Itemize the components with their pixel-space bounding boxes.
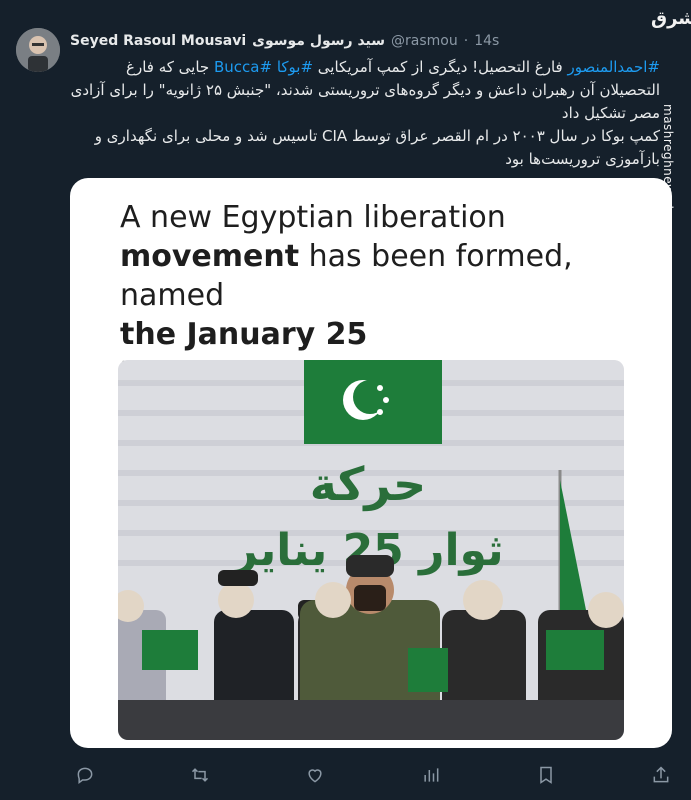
- hashtag-link[interactable]: #Bucca: [214, 58, 272, 76]
- reply-button[interactable]: [70, 760, 100, 790]
- retweet-button[interactable]: [185, 760, 215, 790]
- share-button[interactable]: [646, 760, 676, 790]
- press-photo[interactable]: حركة ثوار 25 يناير: [118, 360, 624, 740]
- tweet-text: فارغ التحصیل! دیگری از کمپ آمریکایی: [313, 58, 568, 76]
- bookmark-icon: [540, 766, 552, 784]
- watermark-logo: مشرق: [651, 8, 691, 29]
- media-card[interactable]: A new Egyptian liberation movement has b…: [70, 178, 672, 748]
- tweet-actions: [70, 760, 676, 790]
- like-button[interactable]: [300, 760, 330, 790]
- avatar[interactable]: [16, 28, 60, 72]
- tweet-time[interactable]: 14s: [474, 33, 499, 49]
- photo-scene: حركة ثوار 25 يناير: [118, 360, 624, 740]
- tweet-header: Seyed Rasoul Mousavi سید رسول موسوی @ras…: [70, 30, 630, 52]
- bookmark-button[interactable]: [531, 760, 561, 790]
- hashtag-link[interactable]: #احمدالمنصور: [568, 58, 661, 76]
- desk-flag-3: [546, 630, 576, 670]
- like-icon: [308, 769, 322, 783]
- reply-icon: [77, 767, 93, 784]
- desk-flag-2: [408, 648, 448, 692]
- hashtag-link[interactable]: #بوکا: [277, 58, 313, 76]
- headline-bold: movement: [120, 239, 300, 274]
- separator-dot: ·: [463, 33, 469, 49]
- tweet-paragraph-1: #احمدالمنصور فارغ التحصیل! دیگری از کمپ …: [70, 56, 660, 125]
- views-button[interactable]: [416, 760, 446, 790]
- tweet-body: #احمدالمنصور فارغ التحصیل! دیگری از کمپ …: [70, 56, 660, 168]
- headline-part: A new Egyptian liberation: [120, 200, 506, 235]
- retweet-icon: [192, 768, 209, 782]
- tweet[interactable]: Seyed Rasoul Mousavi سید رسول موسوی @ras…: [0, 0, 691, 800]
- author-name[interactable]: Seyed Rasoul Mousavi: [70, 33, 246, 49]
- views-icon: [423, 768, 438, 782]
- card-headline: A new Egyptian liberation movement has b…: [120, 198, 640, 391]
- author-handle[interactable]: @rasmou: [391, 33, 458, 49]
- author-name-fa[interactable]: سید رسول موسوی: [252, 33, 385, 49]
- share-icon: [653, 766, 669, 783]
- tweet-paragraph-2: کمپ بوکا در سال ۲۰۰۳ در ام القصر عراق تو…: [94, 127, 660, 168]
- banner-text-1: حركة: [310, 457, 426, 511]
